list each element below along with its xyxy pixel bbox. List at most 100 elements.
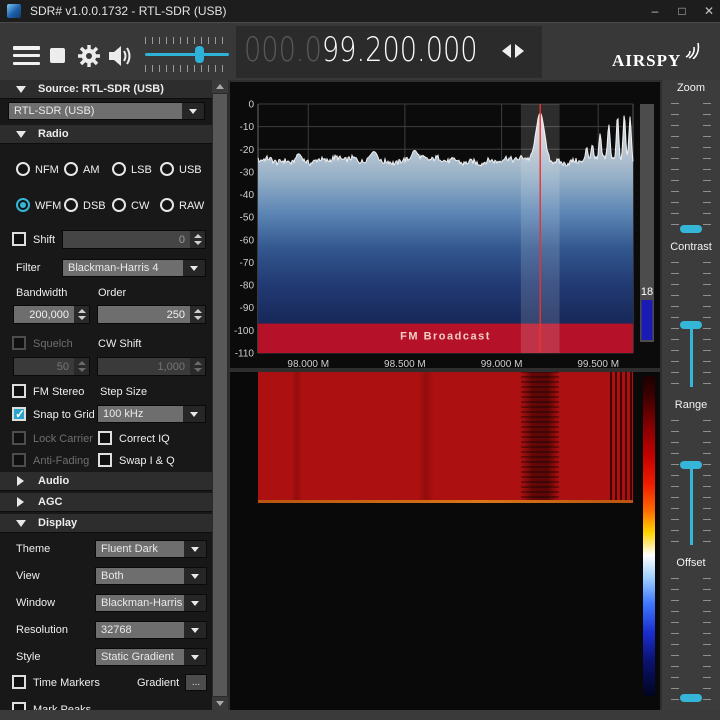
- chevron-down-icon[interactable]: [184, 622, 206, 638]
- title-bar[interactable]: SDR# v1.0.0.1732 - RTL-SDR (USB) – □ ✕: [0, 0, 720, 22]
- source-panel-header[interactable]: Source: RTL-SDR (USB): [0, 80, 212, 99]
- resolution-dropdown[interactable]: 32768: [95, 621, 207, 639]
- stop-icon[interactable]: [50, 48, 65, 63]
- slider-track[interactable]: [671, 103, 711, 233]
- snap-to-grid-checkbox[interactable]: [12, 407, 26, 421]
- display-controls-panel: Zoom Contrast Range: [662, 80, 720, 710]
- waterfall-display[interactable]: [230, 372, 660, 710]
- step-size-dropdown[interactable]: 100 kHz: [97, 405, 206, 423]
- slider-track[interactable]: [671, 420, 711, 545]
- bandwidth-spinner[interactable]: 200,000: [13, 305, 90, 324]
- chevron-down-icon[interactable]: [184, 595, 206, 611]
- chevron-down-icon[interactable]: [184, 541, 206, 557]
- spectrum-display[interactable]: 0-10-20-30-40-50-60-70-80-90-100-11098.0…: [230, 82, 660, 368]
- frequency-digits[interactable]: 000.099.200.000: [244, 30, 478, 70]
- expand-icon[interactable]: [17, 476, 24, 486]
- radio-panel-header[interactable]: Radio: [0, 125, 212, 144]
- spinner-arrows-icon[interactable]: [190, 231, 205, 248]
- maximize-icon[interactable]: □: [672, 2, 692, 20]
- display-panel-header[interactable]: Display: [0, 514, 212, 533]
- fm-stereo-checkbox[interactable]: [12, 384, 26, 398]
- slider-thumb[interactable]: [680, 225, 702, 233]
- radio-mode-lsb[interactable]: [112, 162, 126, 176]
- shift-spinner[interactable]: 0: [62, 230, 206, 249]
- collapse-icon[interactable]: [16, 131, 26, 138]
- source-device-dropdown[interactable]: RTL-SDR (USB): [8, 102, 205, 120]
- scroll-down-icon[interactable]: [212, 697, 228, 710]
- style-dropdown[interactable]: Static Gradient: [95, 648, 207, 666]
- tune-up-icon[interactable]: [515, 44, 524, 58]
- collapse-icon[interactable]: [16, 520, 26, 527]
- spectrum-plot[interactable]: 0-10-20-30-40-50-60-70-80-90-100-11098.0…: [230, 82, 660, 368]
- gradient-edit-button[interactable]: ...: [185, 674, 207, 691]
- volume-thumb[interactable]: [195, 46, 204, 63]
- agc-panel-header[interactable]: AGC: [0, 493, 212, 512]
- squelch-checkbox[interactable]: [12, 336, 26, 350]
- spinner-arrows-icon[interactable]: [190, 358, 205, 375]
- svg-text:-30: -30: [240, 167, 255, 178]
- correct-iq-checkbox[interactable]: [98, 431, 112, 445]
- step-size-label: Step Size: [100, 386, 147, 398]
- expand-icon[interactable]: [17, 497, 24, 507]
- radio-mode-wfm-label: WFM: [35, 200, 61, 212]
- window-function-dropdown[interactable]: Blackman-Harris 4: [95, 594, 207, 612]
- sidebar-scrollbar[interactable]: [212, 80, 228, 710]
- radio-mode-usb-label: USB: [179, 164, 202, 176]
- scrollbar-thumb[interactable]: [213, 94, 227, 696]
- cw-shift-spinner[interactable]: 1,000: [97, 357, 206, 376]
- slider-thumb[interactable]: [680, 461, 702, 469]
- spinner-arrows-icon[interactable]: [74, 306, 89, 323]
- contrast-slider[interactable]: Contrast: [662, 241, 720, 257]
- audio-panel-header[interactable]: Audio: [0, 472, 212, 491]
- radio-mode-cw-label: CW: [131, 200, 149, 212]
- collapse-icon[interactable]: [16, 86, 26, 93]
- radio-mode-am[interactable]: [64, 162, 78, 176]
- radio-mode-wfm[interactable]: [16, 198, 30, 212]
- swap-iq-checkbox[interactable]: [98, 453, 112, 467]
- chevron-down-icon[interactable]: [182, 103, 204, 119]
- chevron-down-icon[interactable]: [184, 649, 206, 665]
- chevron-down-icon[interactable]: [184, 568, 206, 584]
- order-spinner[interactable]: 250: [97, 305, 206, 324]
- speaker-icon[interactable]: [108, 45, 135, 70]
- slider-thumb[interactable]: [680, 321, 702, 329]
- minimize-icon[interactable]: –: [645, 2, 665, 20]
- offset-slider[interactable]: Offset: [662, 557, 720, 573]
- theme-dropdown[interactable]: Fluent Dark: [95, 540, 207, 558]
- time-markers-checkbox[interactable]: [12, 675, 26, 689]
- view-dropdown[interactable]: Both: [95, 567, 207, 585]
- menu-icon[interactable]: [13, 46, 40, 65]
- gear-icon[interactable]: [76, 43, 102, 72]
- chevron-down-icon[interactable]: [183, 260, 205, 276]
- range-slider[interactable]: Range: [662, 399, 720, 415]
- squelch-spinner[interactable]: 50: [13, 357, 90, 376]
- filter-dropdown[interactable]: Blackman-Harris 4: [62, 259, 206, 277]
- chevron-down-icon[interactable]: [183, 406, 205, 422]
- zoom-slider[interactable]: Zoom: [662, 82, 720, 98]
- spinner-arrows-icon[interactable]: [74, 358, 89, 375]
- anti-fading-checkbox[interactable]: [12, 453, 26, 467]
- tune-step-arrows[interactable]: [502, 44, 524, 58]
- display-header-label: Display: [38, 517, 77, 529]
- frequency-display[interactable]: 000.099.200.000: [236, 26, 542, 78]
- radio-mode-raw[interactable]: [160, 198, 174, 212]
- radio-mode-nfm[interactable]: [16, 162, 30, 176]
- shift-checkbox[interactable]: [12, 232, 26, 246]
- slider-track[interactable]: [671, 578, 711, 702]
- slider-track[interactable]: [671, 262, 711, 387]
- tune-down-icon[interactable]: [502, 44, 511, 58]
- volume-slider[interactable]: [145, 35, 229, 75]
- scroll-up-icon[interactable]: [212, 80, 228, 93]
- volume-ticks: [145, 65, 229, 72]
- radio-mode-cw[interactable]: [112, 198, 126, 212]
- spinner-arrows-icon[interactable]: [190, 306, 205, 323]
- lock-carrier-checkbox[interactable]: [12, 431, 26, 445]
- close-icon[interactable]: ✕: [699, 2, 719, 20]
- svg-text:-40: -40: [240, 190, 255, 201]
- slider-thumb[interactable]: [680, 694, 702, 702]
- radio-mode-usb[interactable]: [160, 162, 174, 176]
- radio-mode-dsb[interactable]: [64, 198, 78, 212]
- mark-peaks-checkbox[interactable]: [12, 702, 26, 710]
- waterfall-color-scale: [643, 376, 655, 696]
- volume-track[interactable]: [145, 53, 229, 56]
